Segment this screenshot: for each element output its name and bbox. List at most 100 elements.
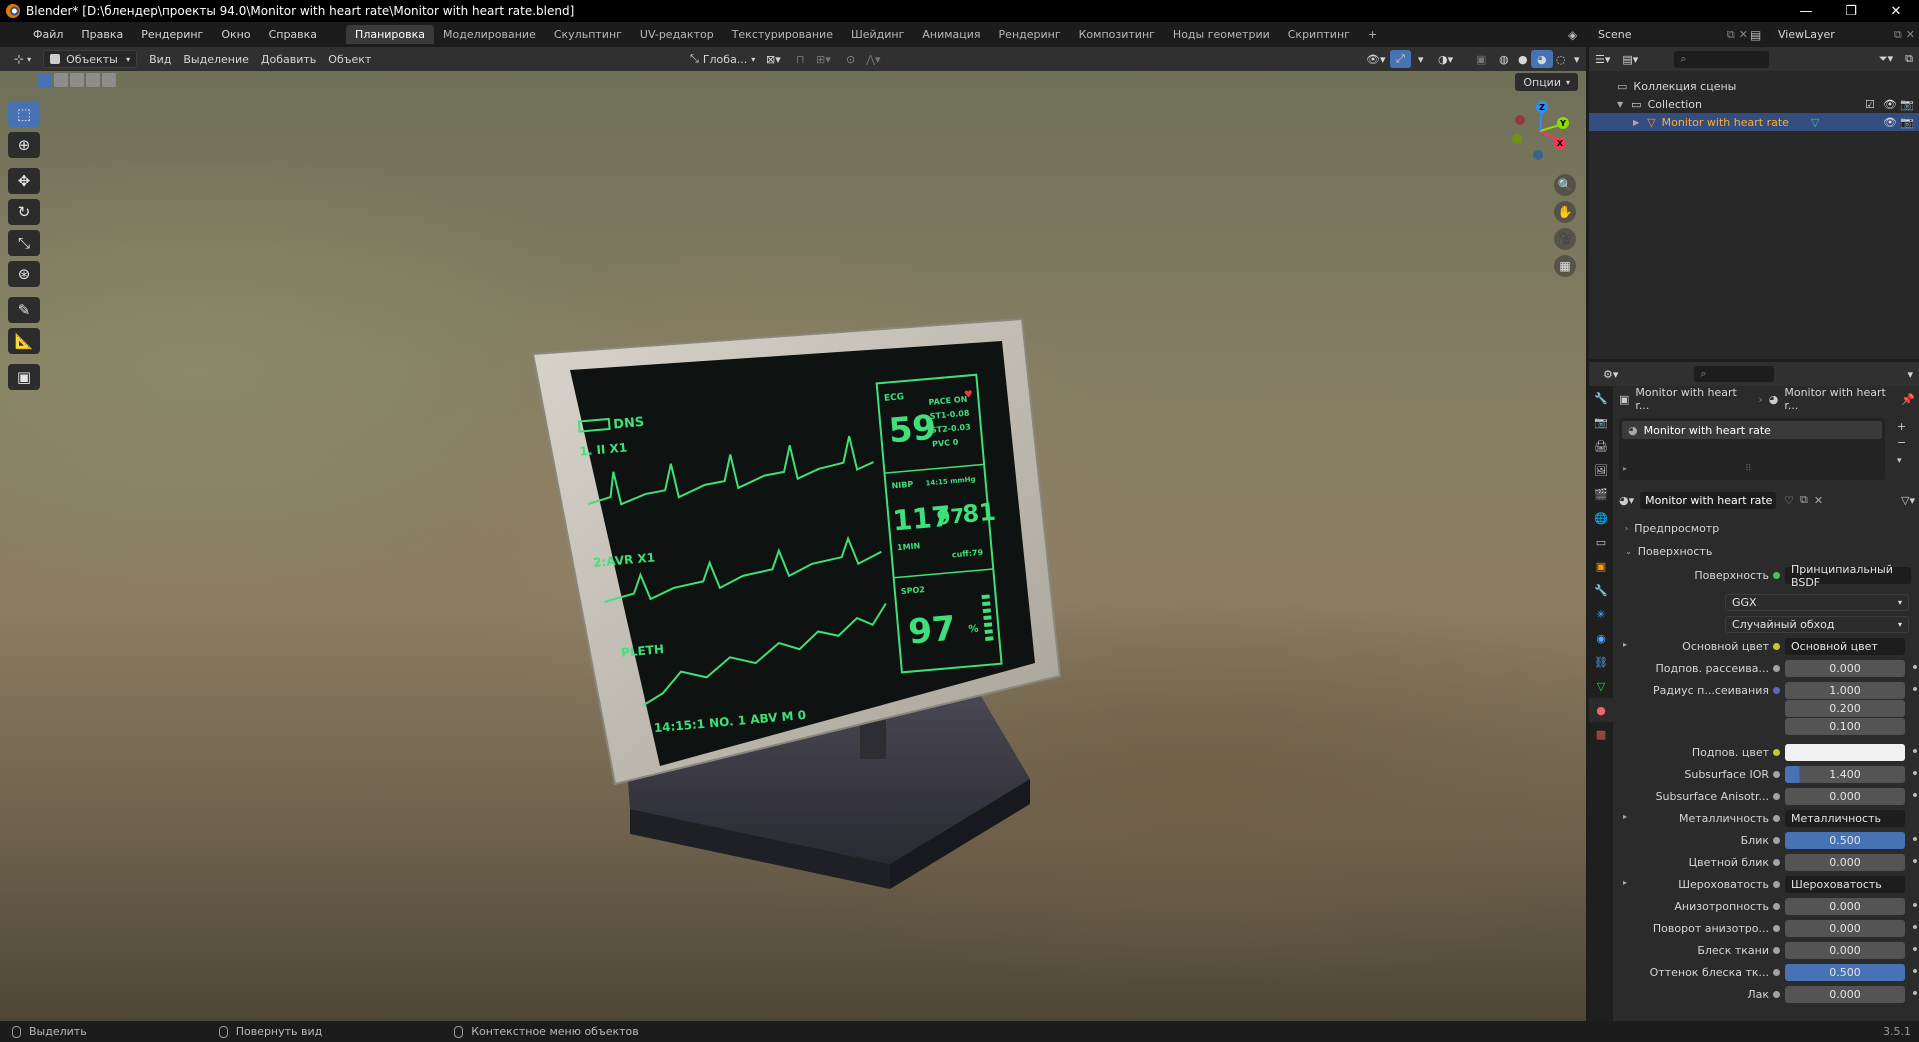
properties-editor-type-icon[interactable]: ⚙▾ bbox=[1597, 365, 1624, 383]
minimize-button[interactable]: — bbox=[1783, 0, 1829, 22]
select-new-icon[interactable] bbox=[38, 73, 52, 87]
duplicate-material-icon[interactable]: ⧉ bbox=[1800, 493, 1808, 507]
add-cube-tool-icon[interactable]: ▣ bbox=[8, 364, 40, 390]
select-box-tool-icon[interactable]: ⬚ bbox=[8, 101, 40, 127]
menu-render[interactable]: Рендеринг bbox=[132, 28, 212, 41]
shading-dropdown-icon[interactable]: ▾ bbox=[1568, 50, 1586, 68]
list-grip-icon[interactable]: ⠿ bbox=[1745, 464, 1752, 474]
distribution-dropdown[interactable]: GGX ▾ bbox=[1725, 594, 1909, 611]
select-intersect-icon[interactable] bbox=[102, 73, 116, 87]
slot-specials-icon[interactable]: ▾ bbox=[1897, 456, 1902, 466]
keyframe-icon[interactable] bbox=[1912, 924, 1918, 930]
xray-toggle-icon[interactable]: ▣ bbox=[1470, 50, 1492, 68]
keyframe-icon[interactable] bbox=[1912, 968, 1918, 974]
exclude-checkbox[interactable]: ☑ bbox=[1865, 98, 1875, 111]
annotate-tool-icon[interactable]: ✎ bbox=[8, 297, 40, 323]
viewlayer-name[interactable]: ViewLayer bbox=[1772, 26, 1890, 43]
close-button[interactable]: ✕ bbox=[1873, 0, 1919, 22]
viewlayer-selector[interactable]: ▤ ViewLayer ⧉ ✕ bbox=[1750, 25, 1915, 44]
tab-shading[interactable]: Шейдинг bbox=[842, 25, 913, 44]
menu-view[interactable]: Вид bbox=[143, 50, 177, 68]
subsurface-field[interactable]: 0.000 bbox=[1785, 660, 1905, 677]
tab-geometry-nodes[interactable]: Ноды геометрии bbox=[1164, 25, 1279, 44]
specular-field[interactable]: 0.500 bbox=[1785, 832, 1905, 849]
preview-section-header[interactable]: › Предпросмотр bbox=[1617, 518, 1913, 538]
specular-tint-field[interactable]: 0.000 bbox=[1785, 854, 1905, 871]
base-color-link-field[interactable]: Основной цвет bbox=[1785, 638, 1905, 655]
pivot-point-icon[interactable]: ⊠▾ bbox=[760, 50, 787, 68]
camera-view-icon[interactable]: 🎥 bbox=[1554, 228, 1576, 250]
subsurface-radius-y-field[interactable]: 0.200 bbox=[1785, 700, 1905, 717]
outliner-search-input[interactable]: ⌕ bbox=[1674, 50, 1770, 68]
pin-icon[interactable]: 📌 bbox=[1901, 393, 1915, 406]
snap-target-icon[interactable]: ⊞▾ bbox=[810, 50, 837, 68]
subsurface-radius-x-field[interactable]: 1.000 bbox=[1785, 682, 1905, 699]
ortho-grid-icon[interactable]: ▦ bbox=[1554, 255, 1576, 277]
menu-window[interactable]: Окно bbox=[212, 28, 259, 41]
scene-selector[interactable]: ◈ Scene ⧉ ✕ bbox=[1568, 25, 1748, 44]
outliner-scene-collection[interactable]: ▭ Коллекция сцены bbox=[1589, 77, 1919, 95]
eye-icon[interactable]: 👁 bbox=[1883, 98, 1897, 111]
sheen-field[interactable]: 0.000 bbox=[1785, 942, 1905, 959]
display-mode-icon[interactable]: ▤▾ bbox=[1616, 50, 1644, 68]
visibility-icon[interactable]: 👁▾ bbox=[1360, 50, 1392, 68]
subsurface-anisotropy-field[interactable]: 0.000 bbox=[1785, 788, 1905, 805]
slot-expand-icon[interactable]: ▸ bbox=[1623, 464, 1627, 473]
editor-type-button[interactable]: ⊹ ▾ bbox=[8, 50, 37, 68]
keyframe-icon[interactable] bbox=[1912, 686, 1918, 692]
gizmo-neg-x[interactable] bbox=[1515, 115, 1525, 125]
collection-props-tab-icon[interactable]: ▭ bbox=[1589, 530, 1613, 554]
snap-icon[interactable]: ⊓ bbox=[790, 50, 811, 68]
expand-metallic-icon[interactable]: ▸ bbox=[1623, 812, 1627, 821]
tab-texture-paint[interactable]: Текстурирование bbox=[723, 25, 842, 44]
camera-render-icon[interactable]: 📷 bbox=[1900, 98, 1914, 111]
menu-edit[interactable]: Правка bbox=[72, 28, 132, 41]
world-props-tab-icon[interactable]: 🌐 bbox=[1589, 506, 1613, 530]
expand-collection-icon[interactable]: ▼ bbox=[1617, 100, 1623, 109]
tab-compositing[interactable]: Композитинг bbox=[1070, 25, 1164, 44]
keyframe-icon[interactable] bbox=[1912, 902, 1918, 908]
keyframe-icon[interactable] bbox=[1912, 792, 1918, 798]
subsurface-color-swatch[interactable] bbox=[1785, 744, 1905, 761]
measure-tool-icon[interactable]: 📐 bbox=[8, 328, 40, 354]
physics-props-tab-icon[interactable]: ◉ bbox=[1589, 626, 1613, 650]
material-slot-list[interactable]: ◕ Monitor with heart rate ▸ ⠿ bbox=[1619, 418, 1885, 480]
fake-user-icon[interactable]: ♡ bbox=[1784, 494, 1794, 507]
rotate-tool-icon[interactable]: ↻ bbox=[8, 199, 40, 225]
outliner-collection[interactable]: ▼ ▭ Collection ☑ 👁 📷 bbox=[1589, 95, 1919, 113]
remove-viewlayer-icon[interactable]: ✕ bbox=[1906, 28, 1915, 41]
menu-object[interactable]: Объект bbox=[322, 50, 377, 68]
new-scene-icon[interactable]: ⧉ bbox=[1727, 28, 1735, 42]
remove-slot-icon[interactable]: − bbox=[1897, 436, 1906, 449]
menu-file[interactable]: Файл bbox=[24, 28, 72, 41]
material-props-tab-icon[interactable]: ● bbox=[1589, 698, 1613, 722]
object-camera-icon[interactable]: 📷 bbox=[1900, 116, 1914, 129]
outliner-object-row[interactable]: ▶ ▽ Monitor with heart rate ▽ 👁 📷 bbox=[1589, 113, 1919, 131]
material-name-field[interactable]: Monitor with heart rate bbox=[1640, 491, 1777, 509]
keyframe-icon[interactable] bbox=[1912, 990, 1918, 996]
link-mode-icon[interactable]: ▽▾ bbox=[1901, 494, 1915, 507]
material-datablock[interactable]: ◕▾ Monitor with heart rate ♡ ⧉ ✕ ▽▾ bbox=[1619, 490, 1915, 510]
tab-animation[interactable]: Анимация bbox=[913, 25, 989, 44]
clearcoat-field[interactable]: 0.000 bbox=[1785, 986, 1905, 1003]
surface-shader-field[interactable]: Принципиальный BSDF bbox=[1785, 563, 1911, 589]
scene-name[interactable]: Scene bbox=[1592, 26, 1723, 43]
object-props-tab-icon[interactable]: ▣ bbox=[1589, 554, 1613, 578]
mode-selector[interactable]: Объекты ▾ bbox=[43, 50, 138, 68]
tab-sculpting[interactable]: Скульптинг bbox=[545, 25, 631, 44]
modifier-props-tab-icon[interactable]: 🔧 bbox=[1589, 578, 1613, 602]
keyframe-icon[interactable] bbox=[1912, 664, 1918, 670]
expand-base-color-icon[interactable]: ▸ bbox=[1623, 640, 1627, 649]
add-workspace-button[interactable]: + bbox=[1359, 25, 1386, 44]
transform-tool-icon[interactable]: ⊛ bbox=[8, 261, 40, 287]
scene-props-tab-icon[interactable]: 🎬 bbox=[1589, 482, 1613, 506]
tool-props-tab-icon[interactable]: 🔧 bbox=[1589, 386, 1613, 410]
navigation-gizmo[interactable]: X Y Z bbox=[1505, 96, 1575, 166]
cursor-tool-icon[interactable]: ⊕ bbox=[8, 132, 40, 158]
tab-rendering[interactable]: Рендеринг bbox=[990, 25, 1070, 44]
render-props-tab-icon[interactable]: 📷 bbox=[1589, 410, 1613, 434]
keyframe-icon[interactable] bbox=[1912, 946, 1918, 952]
tab-scripting[interactable]: Скриптинг bbox=[1279, 25, 1359, 44]
roughness-link-field[interactable]: Шероховатость bbox=[1785, 876, 1905, 893]
keyframe-icon[interactable] bbox=[1912, 836, 1918, 842]
